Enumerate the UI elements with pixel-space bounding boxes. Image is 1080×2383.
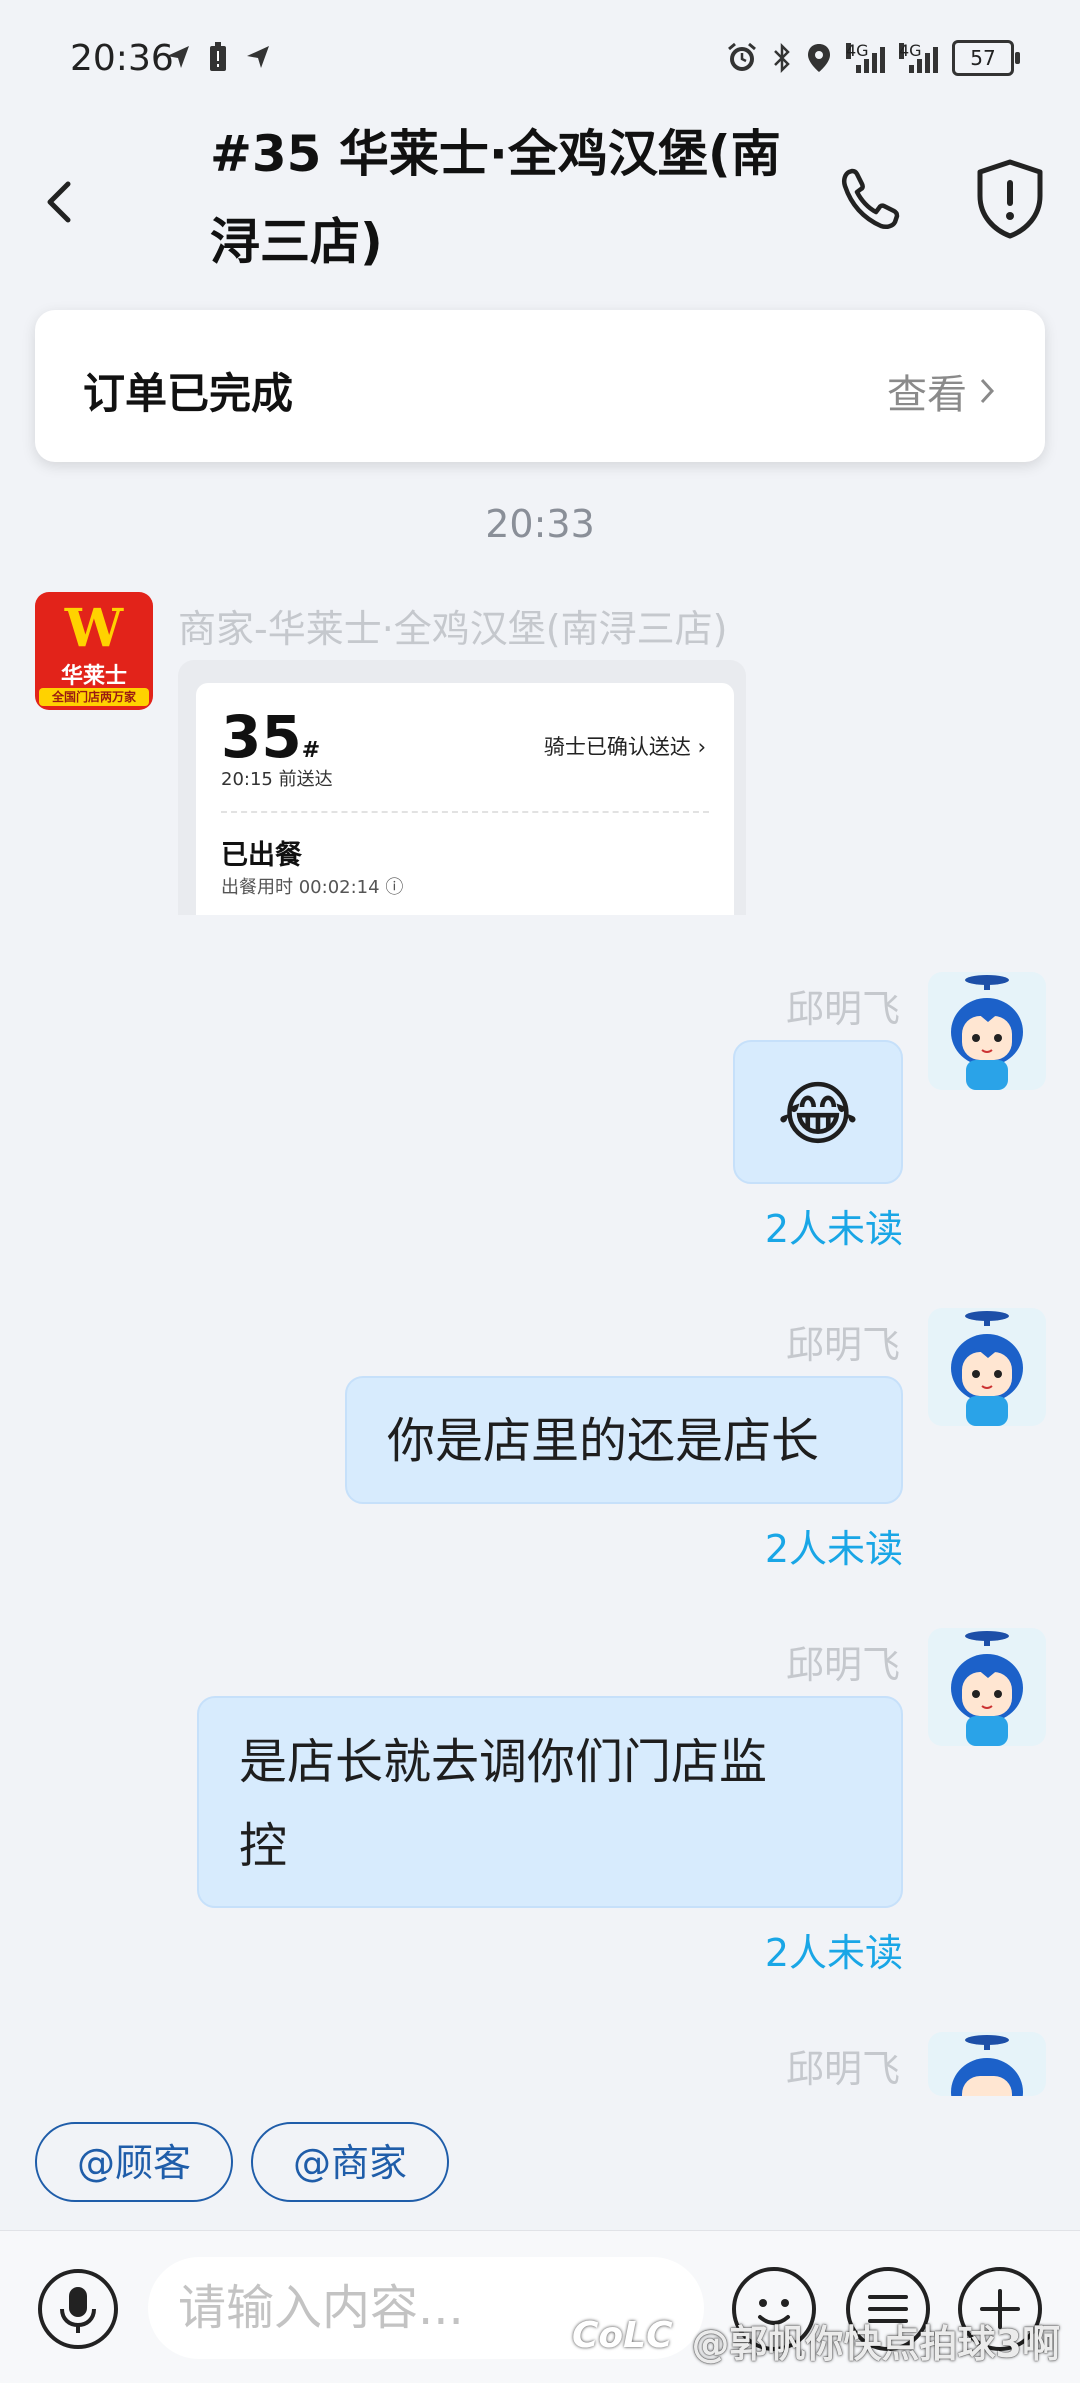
message-line: 是店长就去调你们门店监 — [239, 1734, 768, 1790]
avatar[interactable] — [928, 972, 1046, 1090]
order-number-value: 35 — [221, 703, 302, 771]
back-button[interactable] — [40, 162, 80, 242]
view-order-link[interactable]: 查看 — [887, 362, 995, 420]
divider — [221, 811, 709, 813]
merchant-name: 商家-华莱士·全鸡汉堡(南浔三店) — [178, 607, 728, 651]
avatar[interactable] — [928, 1628, 1046, 1746]
chevron-right-icon — [980, 378, 995, 404]
page-title: #35 华莱士·全鸡汉堡(南浔三店) — [210, 125, 781, 271]
sender-name: 邱明飞 — [785, 1323, 900, 1367]
battery-icon: 57 — [952, 40, 1020, 76]
watermark: @郭帆你快点拍球3啊 — [691, 2322, 1060, 2366]
unread-status[interactable]: 2人未读 — [765, 1518, 903, 1573]
avatar[interactable] — [928, 1308, 1046, 1426]
logo-letter: W — [64, 598, 124, 659]
order-number: 35# — [221, 703, 320, 771]
message-bubble[interactable]: 是店长就去调你们门店监 控 — [197, 1696, 903, 1908]
order-card-content[interactable]: 35# 20:15 前送达 骑士已确认送达 › 已出餐 出餐用时 00:02:1… — [196, 683, 734, 915]
status-bar: 20:36 4G 4G 57 — [0, 0, 1080, 120]
avatar-icon — [951, 1631, 1023, 1746]
navigation-icon — [247, 46, 269, 68]
shield-icon[interactable] — [972, 156, 1048, 240]
order-status: 订单已完成 — [83, 369, 294, 418]
merchant-avatar[interactable]: W 华莱士 全国门店两万家 — [35, 592, 153, 710]
deliver-time: 20:15 前送达 — [221, 769, 333, 790]
message-line: 控 — [239, 1818, 288, 1874]
message-bubble[interactable]: 😂 — [733, 1040, 903, 1184]
avatar-icon — [951, 1311, 1023, 1426]
avatar-icon — [951, 2035, 1023, 2096]
meal-state: 已出餐 — [221, 840, 302, 871]
view-order-label: 查看 — [887, 372, 967, 418]
order-status-card[interactable]: 订单已完成 查看 — [35, 310, 1045, 462]
rider-status[interactable]: 骑士已确认送达 › — [544, 731, 706, 761]
voice-button[interactable] — [38, 2269, 118, 2349]
unread-status[interactable]: 2人未读 — [765, 1922, 903, 1977]
order-number-suffix: # — [301, 738, 321, 763]
input-bar: 请输入内容... CoLC @郭帆你快点拍球3啊 — [0, 2230, 1080, 2383]
microphone-icon — [60, 2287, 96, 2333]
unread-status[interactable]: 2人未读 — [765, 1198, 903, 1253]
avatar[interactable] — [928, 2032, 1046, 2096]
chat-header: #35 华莱士·全鸡汉堡(南浔三店) — [0, 110, 1080, 300]
mention-customer-chip[interactable]: @顾客 — [35, 2122, 233, 2202]
battery-alert-icon — [210, 42, 226, 71]
navigation-icon — [167, 46, 189, 68]
sender-name: 邱明飞 — [785, 2047, 900, 2091]
help-icon: ⓘ — [385, 877, 404, 898]
sender-name: 邱明飞 — [785, 987, 900, 1031]
phone-icon[interactable] — [835, 162, 905, 238]
sender-name: 邱明飞 — [785, 1643, 900, 1687]
message-bubble[interactable]: 你是店里的还是店长 — [345, 1376, 903, 1504]
bluetooth-icon — [774, 42, 790, 74]
network-type: 4G — [899, 41, 922, 60]
brand-slogan: 全国门店两万家 — [39, 688, 149, 706]
signal-icon: 4G — [846, 43, 885, 73]
meal-duration-value: 出餐用时 00:02:14 — [221, 877, 380, 898]
network-type: 4G — [846, 41, 869, 60]
brand-name: 华莱士 — [60, 664, 127, 689]
status-time: 20:36 — [70, 38, 174, 79]
signal-icon: 4G — [899, 43, 938, 73]
rider-status-label: 骑士已确认送达 — [543, 735, 691, 759]
avatar-icon — [951, 975, 1023, 1090]
watermark-logo: CoLC — [572, 2315, 673, 2356]
meal-duration: 出餐用时 00:02:14 ⓘ — [221, 873, 403, 899]
alarm-icon — [728, 42, 756, 71]
message-timestamp: 20:33 — [485, 502, 595, 546]
chevron-right-icon: › — [697, 735, 706, 759]
location-icon — [808, 44, 830, 72]
mention-merchant-chip[interactable]: @商家 — [251, 2122, 449, 2202]
